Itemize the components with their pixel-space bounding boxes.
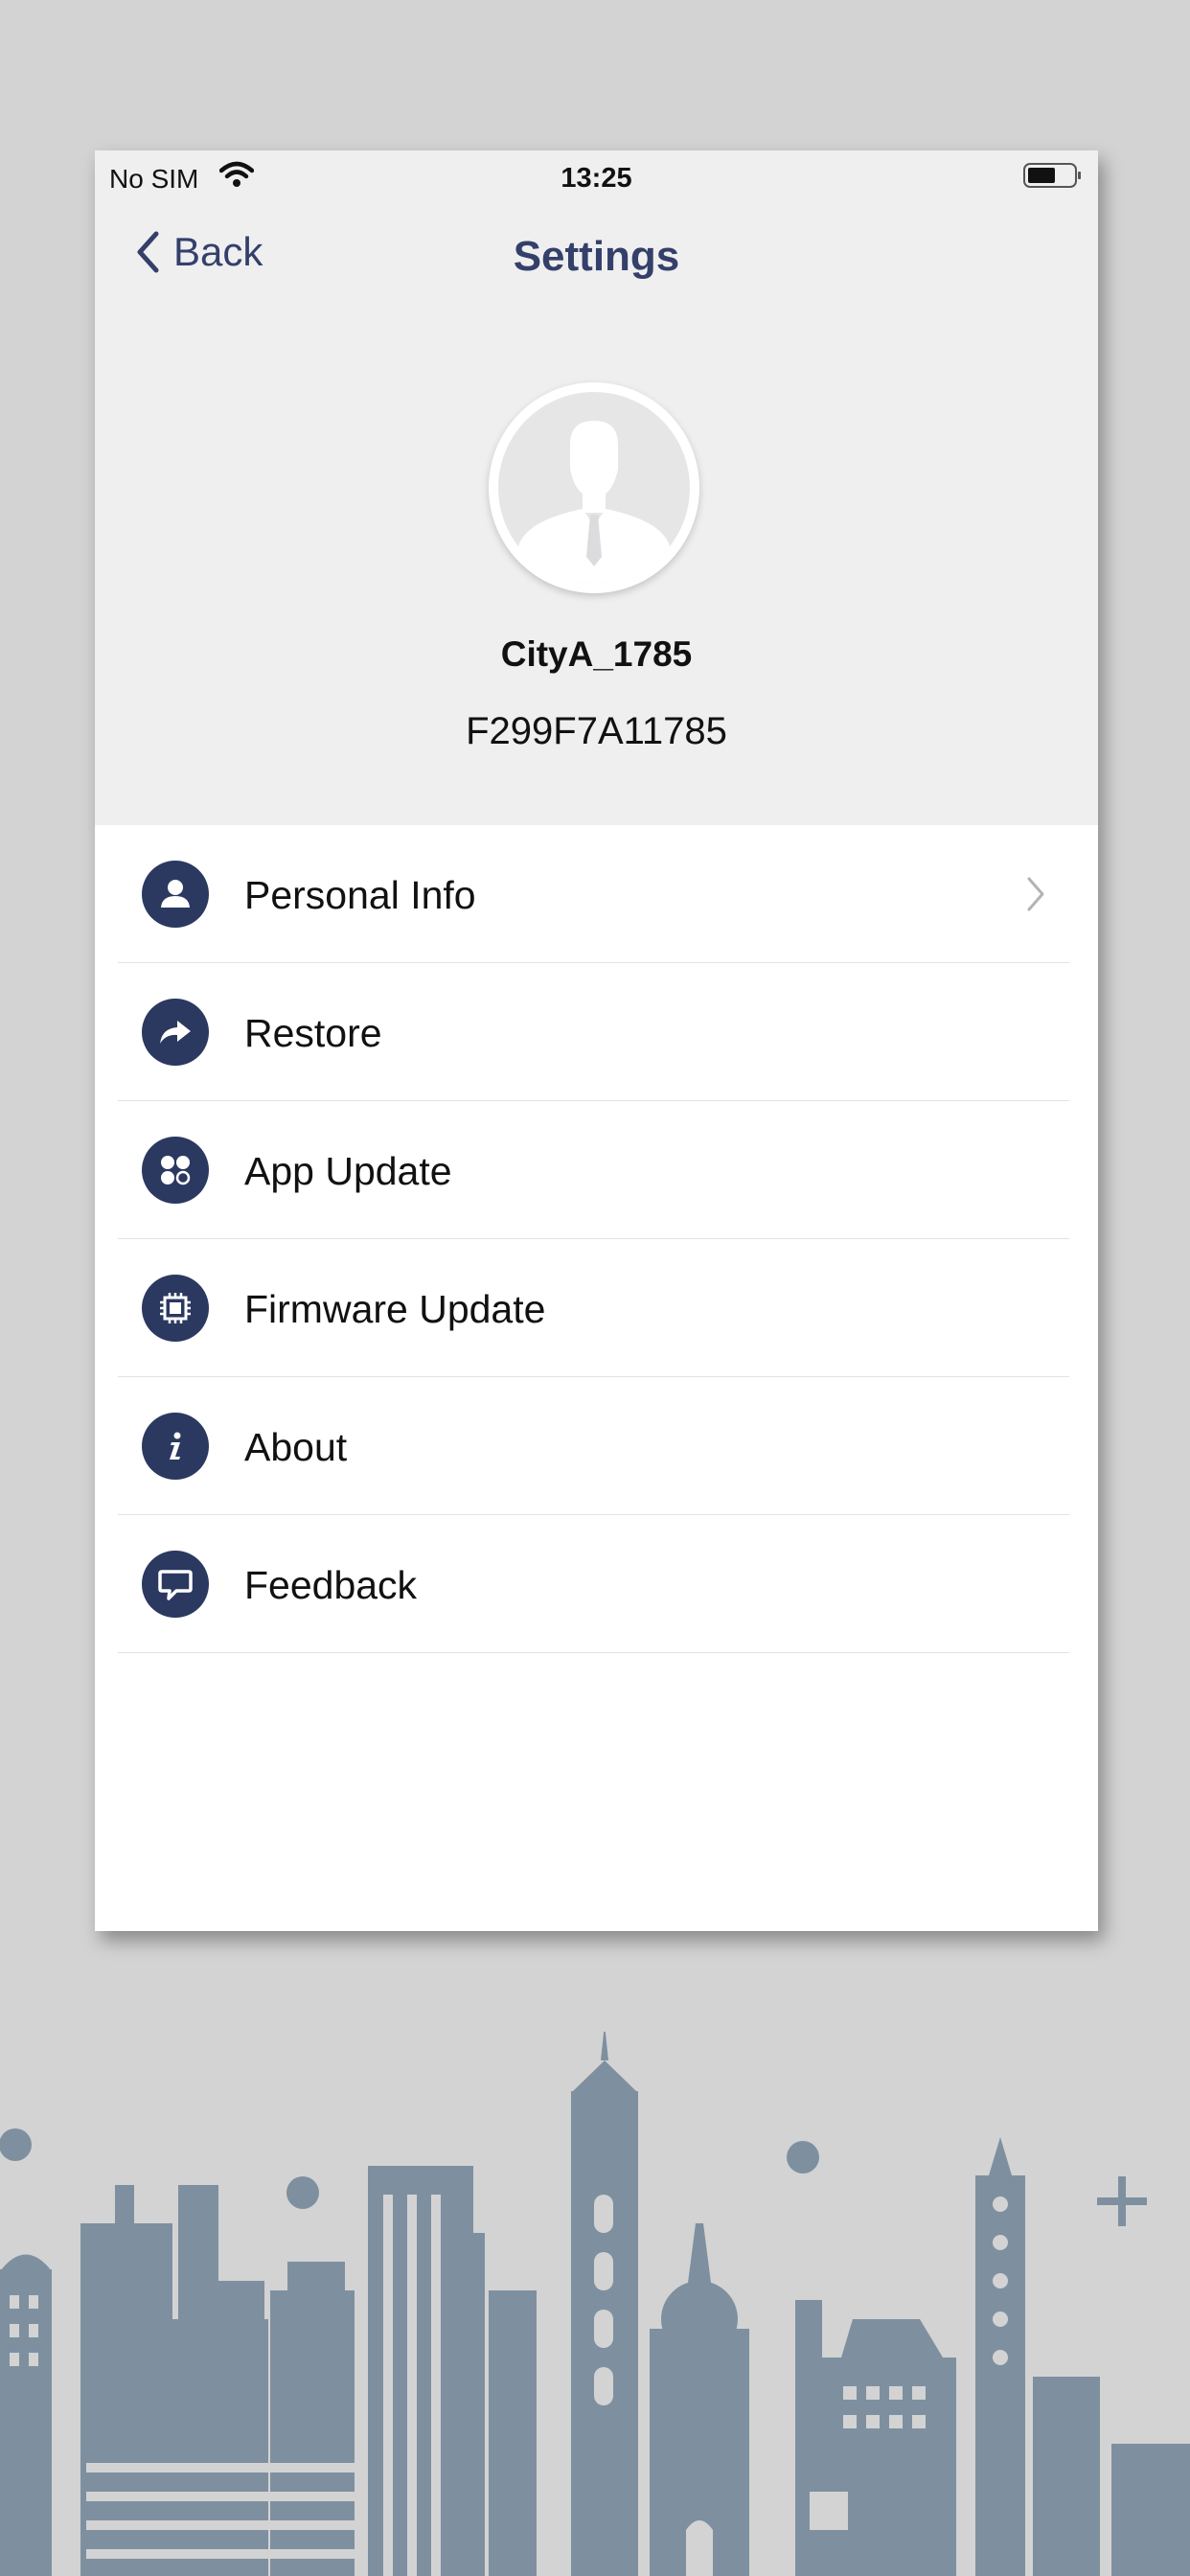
menu-item-label: Personal Info [244,873,476,917]
profile-header: No SIM 13:25 Back Settings CityA_1785 F2… [95,150,1098,825]
navigation-bar: Back Settings [95,202,1098,302]
chevron-right-icon [1027,877,1044,911]
menu-item-label: Feedback [244,1563,418,1607]
avatar[interactable] [489,382,699,593]
device-id: F299F7A11785 [466,710,727,752]
menu-item-feedback[interactable]: Feedback [118,1515,1069,1653]
battery-icon [1023,163,1081,188]
info-icon [142,1413,209,1480]
menu-item-personal-info[interactable]: Personal Info [118,825,1069,963]
menu-item-about[interactable]: About [118,1377,1069,1515]
menu-item-label: App Update [244,1149,452,1193]
menu-item-restore[interactable]: Restore [118,963,1069,1101]
menu-item-label: Firmware Update [244,1287,546,1331]
avatar-placeholder [498,392,690,584]
status-bar: No SIM 13:25 [95,150,1098,202]
share-arrow-icon [142,999,209,1066]
status-time: 13:25 [561,163,632,194]
chat-bubble-icon [142,1551,209,1618]
chip-icon [142,1275,209,1342]
menu-item-firmware-update[interactable]: Firmware Update [118,1239,1069,1377]
menu-item-label: Restore [244,1011,382,1055]
person-icon [142,861,209,928]
apps-icon [142,1137,209,1204]
phone-screen: No SIM 13:25 Back Settings CityA_1785 F2… [95,150,1098,1931]
city-skyline-illustration [0,2032,1190,2576]
settings-menu: Personal Info Restore App Update Firmwar… [118,825,1069,1653]
page-title: Settings [513,233,680,280]
menu-item-app-update[interactable]: App Update [118,1101,1069,1239]
username: CityA_1785 [500,634,693,674]
menu-item-label: About [244,1425,348,1469]
person-silhouette-icon [517,421,671,584]
